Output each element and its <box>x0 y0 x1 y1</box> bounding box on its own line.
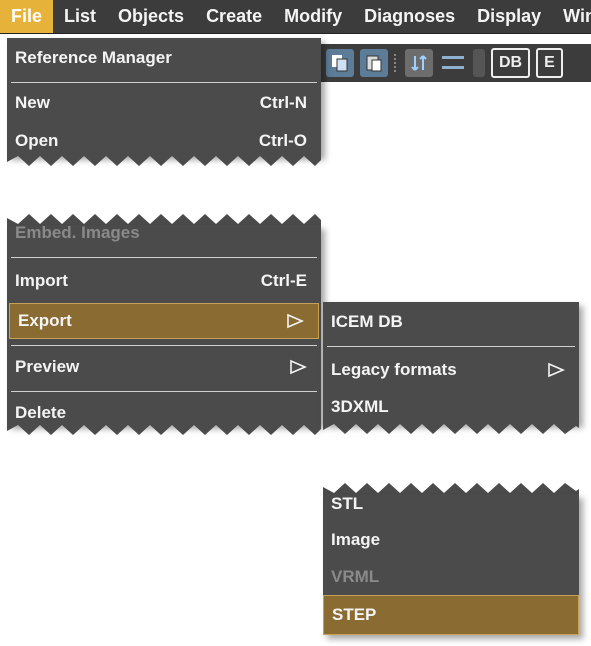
submenu-arrow-icon <box>548 362 565 378</box>
copy-icon[interactable] <box>326 49 354 77</box>
stl-label: STL <box>331 494 364 513</box>
menu-file[interactable]: File <box>0 0 54 33</box>
menu-list[interactable]: List <box>53 0 107 33</box>
menu-display[interactable]: Display <box>466 0 552 33</box>
new-shortcut: Ctrl-N <box>259 93 307 112</box>
embed-images-label: Embed. Images <box>15 223 140 242</box>
toolbar-separator <box>394 54 399 72</box>
menu-item-3dxml[interactable]: 3DXML <box>323 390 579 424</box>
db-button[interactable]: DB <box>491 48 531 78</box>
menu-separator <box>11 257 317 258</box>
menu-item-open[interactable]: Open Ctrl-O <box>7 124 321 158</box>
disabled-tool-icon <box>473 49 485 77</box>
open-label: Open <box>15 131 59 150</box>
3dxml-label: 3DXML <box>331 397 389 416</box>
reference-manager-label: Reference Manager <box>15 48 172 67</box>
menu-separator <box>11 345 317 346</box>
torn-edge <box>7 423 321 435</box>
menu-diagnoses[interactable]: Diagnoses <box>353 0 466 33</box>
menu-create[interactable]: Create <box>195 0 273 33</box>
new-label: New <box>15 93 50 112</box>
e-button[interactable]: E <box>536 48 563 78</box>
open-shortcut: Ctrl-O <box>258 131 307 150</box>
menu-separator <box>11 82 317 83</box>
menu-item-legacy-formats[interactable]: Legacy formats <box>323 352 579 388</box>
file-menu-bottom: Embed. Images Import Ctrl-E Export Previ… <box>7 223 321 425</box>
export-label: Export <box>18 311 72 330</box>
menu-separator <box>327 346 575 347</box>
icem-db-label: ICEM DB <box>331 312 403 331</box>
menu-item-new[interactable]: New Ctrl-N <box>7 86 321 120</box>
submenu-arrow-icon <box>287 313 304 329</box>
menu-item-reference-manager[interactable]: Reference Manager <box>7 40 321 76</box>
import-label: Import <box>15 271 68 290</box>
file-menu-top: Reference Manager New Ctrl-N Open Ctrl-O <box>7 38 321 156</box>
image-label: Image <box>331 530 381 549</box>
menu-item-step[interactable]: STEP <box>323 595 579 635</box>
menu-bar: File List Objects Create Modify Diagnose… <box>0 0 591 34</box>
import-shortcut: Ctrl-E <box>260 271 307 290</box>
menu-separator <box>11 391 317 392</box>
lines-icon[interactable] <box>439 49 467 77</box>
menu-item-vrml: VRML <box>323 560 579 594</box>
legacy-formats-label: Legacy formats <box>331 360 457 379</box>
delete-label: Delete <box>15 403 67 422</box>
menu-modify[interactable]: Modify <box>273 0 353 33</box>
menu-item-image[interactable]: Image <box>323 522 579 558</box>
vrml-label: VRML <box>331 567 380 586</box>
toolbar: DB E <box>320 44 591 82</box>
menu-item-export[interactable]: Export <box>9 303 319 339</box>
transfer-icon[interactable] <box>405 49 433 77</box>
torn-edge <box>7 154 321 166</box>
menu-item-icem-db[interactable]: ICEM DB <box>323 304 579 340</box>
submenu-arrow-icon <box>290 359 307 375</box>
menu-item-embed-images: Embed. Images <box>7 219 321 247</box>
paste-icon[interactable] <box>360 49 388 77</box>
menu-item-stl[interactable]: STL <box>323 488 579 520</box>
menu-item-import[interactable]: Import Ctrl-E <box>7 263 321 299</box>
step-label: STEP <box>332 605 377 624</box>
menu-objects[interactable]: Objects <box>107 0 195 33</box>
export-submenu-top: ICEM DB Legacy formats 3DXML <box>323 302 579 424</box>
torn-edge <box>323 422 579 434</box>
menu-window[interactable]: Winc <box>552 0 591 33</box>
menu-item-preview[interactable]: Preview <box>7 349 321 385</box>
preview-label: Preview <box>15 357 80 376</box>
export-submenu-bottom: STL Image VRML STEP <box>323 494 579 635</box>
